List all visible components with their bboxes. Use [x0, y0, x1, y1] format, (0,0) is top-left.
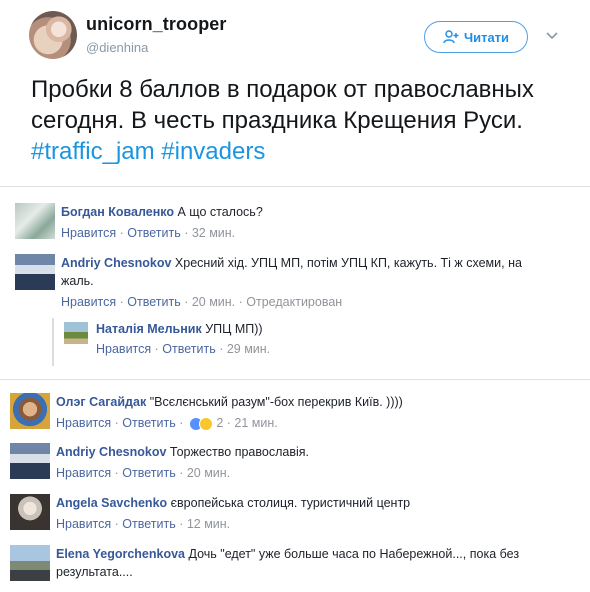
hashtag-link[interactable]: #traffic_jam [31, 138, 155, 165]
comment-author[interactable]: Олэг Сагайдак [56, 395, 146, 409]
comment-text: європейська столиця. туристичний центр [170, 496, 411, 510]
avatar[interactable] [15, 254, 55, 290]
reply-link[interactable]: Ответить [127, 295, 180, 309]
comment-time[interactable]: 20 мин. [187, 466, 230, 480]
comment: Elena Yegorchenkova Дочь "едет" уже боль… [10, 545, 580, 589]
comment-body: Олэг Сагайдак "Всєлєнський разум"-бох пе… [56, 393, 403, 411]
comment-text: УПЦ МП)) [205, 322, 263, 336]
tweet-text-body: Пробки 8 баллов в подарок от православны… [31, 76, 534, 134]
comment-body: Elena Yegorchenkova Дочь "едет" уже боль… [56, 545, 556, 581]
reply-link[interactable]: Ответить [162, 342, 215, 356]
like-link[interactable]: Нравится [61, 226, 116, 240]
comment-meta: Нравится · Ответить · 20 мин. · Отредакт… [61, 295, 343, 309]
divider [0, 186, 590, 187]
like-link[interactable]: Нравится [56, 416, 111, 430]
comment: Богдан Коваленко А що сталось? Нравится … [15, 203, 575, 243]
comment-time[interactable]: 29 мин. [227, 342, 270, 356]
comment-body: Andriy Chesnokov Хресний хід. УПЦ МП, по… [61, 254, 531, 290]
reply-link[interactable]: Ответить [122, 466, 175, 480]
hashtag-link[interactable]: #invaders [161, 138, 265, 165]
comment-body: Богдан Коваленко А що сталось? [61, 203, 263, 221]
comment-time[interactable]: 21 мин. [234, 416, 277, 430]
comment-text: А що сталось? [177, 205, 263, 219]
comment-meta: Нравится · Ответить · 2 · 21 мин. [56, 416, 278, 431]
display-name[interactable]: unicorn_trooper [86, 14, 227, 35]
tweet-text: Пробки 8 баллов в подарок от православны… [31, 74, 571, 167]
avatar[interactable] [10, 393, 50, 429]
comment-author[interactable]: Angela Savchenko [56, 496, 167, 510]
comment-body: Angela Savchenko європейська столиця. ту… [56, 494, 410, 512]
comment-text: "Всєлєнський разум"-бох перекрив Київ. )… [149, 395, 403, 409]
reply-link[interactable]: Ответить [122, 416, 175, 430]
reactions[interactable] [188, 416, 213, 431]
divider [0, 379, 590, 380]
comment: Andriy Chesnokov Торжество православія. … [10, 443, 580, 483]
comment-author[interactable]: Наталія Мельник [96, 322, 202, 336]
avatar[interactable] [10, 443, 50, 479]
follow-button[interactable]: Читати [424, 21, 528, 53]
comment-reply: Наталія Мельник УПЦ МП)) Нравится · Отве… [64, 320, 544, 360]
comment-body: Andriy Chesnokov Торжество православія. [56, 443, 309, 461]
edited-label[interactable]: Отредактирован [246, 295, 342, 309]
haha-reaction-icon [198, 416, 213, 431]
comment-meta: Нравится · Ответить · 12 мин. [56, 517, 231, 531]
reply-link[interactable]: Ответить [122, 517, 175, 531]
tweet-card: unicorn_trooper @dienhina Читати Пробки … [0, 0, 590, 176]
avatar[interactable] [10, 494, 50, 530]
user-avatar[interactable] [29, 11, 77, 59]
comment-author[interactable]: Богдан Коваленко [61, 205, 174, 219]
like-link[interactable]: Нравится [56, 466, 111, 480]
avatar[interactable] [15, 203, 55, 239]
follow-label: Читати [463, 29, 510, 45]
comment-body: Наталія Мельник УПЦ МП)) [96, 320, 263, 338]
like-link[interactable]: Нравится [96, 342, 151, 356]
chevron-down-icon[interactable] [545, 30, 559, 42]
comment-author[interactable]: Andriy Chesnokov [61, 256, 171, 270]
comment: Andriy Chesnokov Хресний хід. УПЦ МП, по… [15, 254, 575, 314]
comment-time[interactable]: 20 мин. [192, 295, 235, 309]
comment-meta: Нравится · Ответить · 29 мин. [96, 342, 271, 356]
like-link[interactable]: Нравится [61, 295, 116, 309]
comment: Олэг Сагайдак "Всєлєнський разум"-бох пе… [10, 393, 580, 433]
avatar[interactable] [64, 322, 88, 344]
like-link[interactable]: Нравится [56, 517, 111, 531]
comment-author[interactable]: Elena Yegorchenkova [56, 547, 185, 561]
user-handle[interactable]: @dienhina [86, 40, 148, 55]
comment: Angela Savchenko європейська столиця. ту… [10, 494, 580, 534]
avatar[interactable] [10, 545, 50, 581]
comment-meta: Нравится · Ответить · 20 мин. [56, 466, 231, 480]
comment-author[interactable]: Andriy Chesnokov [56, 445, 166, 459]
comment-meta: Нравится · Ответить · 32 мин. [61, 226, 236, 240]
reply-link[interactable]: Ответить [127, 226, 180, 240]
reply-thread-line [52, 318, 54, 366]
add-user-icon [443, 30, 459, 44]
reactions-count[interactable]: 2 [216, 416, 223, 430]
comment-text: Торжество православія. [169, 445, 309, 459]
comment-time[interactable]: 32 мин. [192, 226, 235, 240]
comment-time[interactable]: 12 мин. [187, 517, 230, 531]
